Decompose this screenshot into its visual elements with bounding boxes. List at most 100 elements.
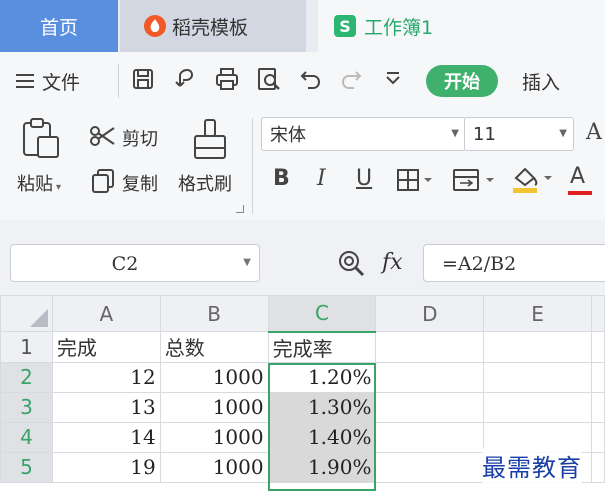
cell-b4[interactable]: 1000: [159, 421, 269, 453]
row-header-5[interactable]: 5: [0, 451, 53, 483]
paste-dropdown-icon[interactable]: ▾: [56, 182, 61, 193]
copy-button[interactable]: 复制: [122, 170, 158, 196]
paste-label: 粘贴: [17, 174, 53, 195]
copy-label: 复制: [122, 174, 158, 195]
merge-cells-icon[interactable]: [452, 168, 498, 192]
font-color-swatch: [568, 191, 592, 195]
tab-insert-label: 插入: [522, 72, 561, 94]
export-icon[interactable]: [172, 66, 198, 92]
save-icon[interactable]: [130, 66, 156, 92]
column-header-c[interactable]: C: [267, 295, 377, 333]
cell-c1[interactable]: 完成率: [267, 331, 377, 363]
borders-icon[interactable]: [396, 168, 436, 192]
row-header-2[interactable]: 2: [0, 361, 53, 393]
cell-f2[interactable]: [590, 361, 605, 393]
cell-f3[interactable]: [590, 391, 605, 423]
row-header-4[interactable]: 4: [0, 421, 53, 453]
font-name-value: 宋体: [270, 125, 306, 146]
italic-label: I: [317, 166, 326, 191]
chevron-down-icon: ▼: [243, 257, 251, 268]
chevron-down-icon[interactable]: [380, 66, 406, 92]
zoom-search-icon[interactable]: [336, 248, 366, 278]
cell-a5[interactable]: 19: [51, 451, 161, 483]
corner-triangle-icon: [29, 309, 48, 327]
divider: [118, 64, 119, 98]
cell-f4[interactable]: [590, 421, 605, 453]
column-header-b[interactable]: B: [159, 295, 269, 332]
cut-label: 剪切: [122, 129, 158, 150]
format-painter-button[interactable]: 格式刷: [178, 170, 232, 196]
cell-f5[interactable]: [590, 451, 605, 483]
cell-b1[interactable]: 总数: [159, 331, 269, 363]
cell-c4[interactable]: 1.40%: [267, 421, 377, 453]
file-menu[interactable]: 文件: [16, 66, 80, 96]
cell-d3[interactable]: [375, 391, 485, 423]
scissors-icon[interactable]: [88, 124, 116, 148]
format-painter-label: 格式刷: [178, 174, 232, 195]
underline-label: U: [356, 166, 373, 191]
font-size-select[interactable]: 11 ▼: [464, 117, 574, 151]
column-header-d[interactable]: D: [375, 295, 485, 332]
font-color-button[interactable]: A: [570, 164, 585, 189]
print-preview-icon[interactable]: [256, 66, 282, 92]
tab-workbook[interactable]: S 工作簿1: [318, 0, 605, 52]
cell-d4[interactable]: [375, 421, 485, 453]
tab-template[interactable]: 稻壳模板: [120, 0, 306, 52]
tab-start[interactable]: 开始: [426, 65, 498, 97]
select-all-corner[interactable]: [0, 295, 53, 332]
cell-c2[interactable]: 1.20%: [267, 361, 377, 393]
cell-e1[interactable]: [483, 331, 592, 363]
cell-c3[interactable]: 1.30%: [267, 391, 377, 423]
paste-button[interactable]: 粘贴 ▾: [17, 170, 61, 196]
chevron-down-icon: ▼: [451, 128, 459, 139]
daoke-logo-icon: [144, 15, 166, 37]
cell-b3[interactable]: 1000: [159, 391, 269, 423]
format-painter-icon[interactable]: [190, 118, 230, 162]
cell-b5[interactable]: 1000: [159, 451, 269, 483]
cell-f1[interactable]: [590, 331, 605, 363]
column-header-a[interactable]: A: [51, 295, 161, 332]
tab-insert[interactable]: 插入: [522, 68, 560, 95]
underline-button[interactable]: U: [356, 166, 372, 191]
undo-icon[interactable]: [298, 66, 324, 92]
increase-font-icon[interactable]: A: [586, 120, 602, 145]
hamburger-icon: [16, 74, 34, 88]
copy-icon[interactable]: [90, 168, 116, 194]
cut-button[interactable]: 剪切: [122, 125, 158, 151]
insert-function-button[interactable]: fx: [382, 250, 403, 275]
redo-icon[interactable]: [338, 66, 364, 92]
cell-c5[interactable]: 1.90%: [267, 451, 377, 483]
name-box-value: C2: [111, 253, 139, 275]
spreadsheet-logo-icon: S: [334, 15, 356, 37]
cell-b2[interactable]: 1000: [159, 361, 269, 393]
row-header-1[interactable]: 1: [0, 331, 53, 363]
column-header-f[interactable]: [590, 295, 605, 332]
print-icon[interactable]: [214, 66, 240, 92]
cell-a3[interactable]: 13: [51, 391, 161, 423]
cell-d5[interactable]: [375, 451, 485, 483]
cell-a1[interactable]: 完成: [51, 331, 161, 363]
italic-button[interactable]: I: [317, 166, 326, 191]
formula-value: =A2/B2: [442, 253, 517, 275]
divider: [252, 118, 253, 214]
cell-e2[interactable]: [483, 361, 592, 393]
bold-button[interactable]: B: [273, 166, 290, 191]
paste-icon[interactable]: [20, 117, 62, 161]
row-header-3[interactable]: 3: [0, 391, 53, 423]
font-size-value: 11: [473, 123, 496, 145]
font-name-select[interactable]: 宋体 ▼: [261, 117, 466, 151]
font-color-label: A: [570, 164, 586, 189]
formula-input[interactable]: =A2/B2: [423, 244, 605, 282]
column-header-e[interactable]: E: [483, 295, 592, 332]
cell-e3[interactable]: [483, 391, 592, 423]
watermark: 最需教育: [482, 448, 582, 483]
cell-a2[interactable]: 12: [51, 361, 161, 393]
name-box[interactable]: C2 ▼: [10, 244, 260, 282]
cell-d1[interactable]: [375, 331, 485, 363]
cell-d2[interactable]: [375, 361, 485, 393]
cell-a4[interactable]: 14: [51, 421, 161, 453]
chevron-down-icon: ▼: [559, 128, 567, 139]
tab-home[interactable]: 首页: [0, 0, 118, 52]
fill-color-icon[interactable]: [510, 164, 556, 194]
clipboard-launcher-icon[interactable]: [236, 205, 244, 213]
